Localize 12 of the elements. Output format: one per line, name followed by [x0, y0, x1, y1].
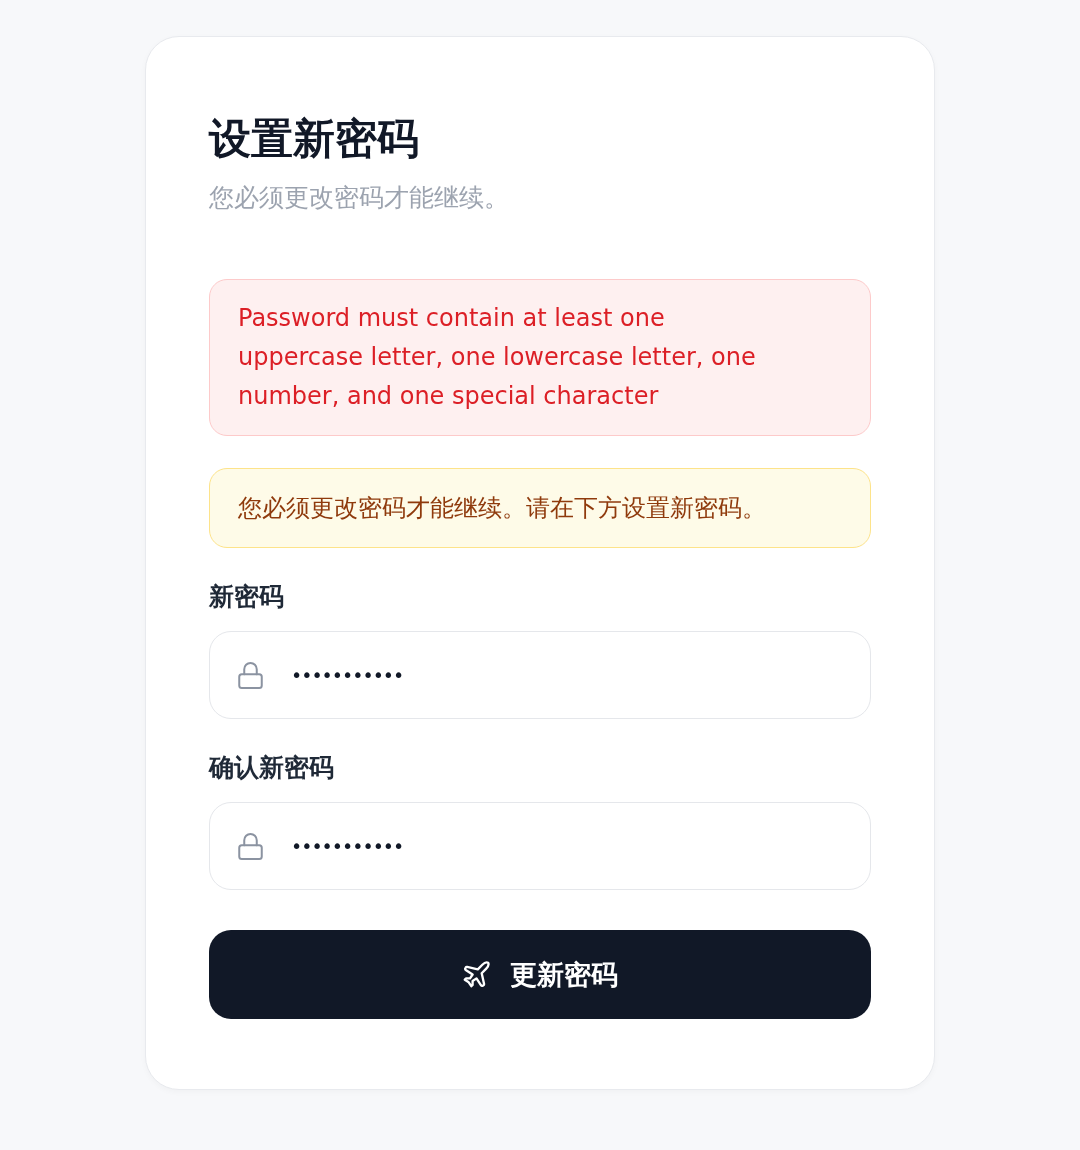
alert-message: 您必须更改密码才能继续。请在下方设置新密码。	[238, 493, 767, 524]
password-field[interactable]: •••••••••••	[209, 631, 871, 719]
page-subtitle: 您必须更改密码才能继续。	[209, 182, 510, 214]
update-password-button[interactable]: 更新密码	[209, 930, 871, 1019]
password-field[interactable]: •••••••••••	[209, 802, 871, 890]
alert-message: Password must contain at least one uppercase letter, one lowercase letter, one number, and one special character	[238, 303, 757, 412]
lock-icon	[238, 832, 263, 860]
lock-icon	[238, 661, 263, 689]
page-title: 设置新密码	[209, 113, 420, 165]
airplane-icon	[462, 961, 490, 988]
field-label: 新密码	[209, 581, 285, 613]
field-label: 确认新密码	[209, 752, 335, 784]
